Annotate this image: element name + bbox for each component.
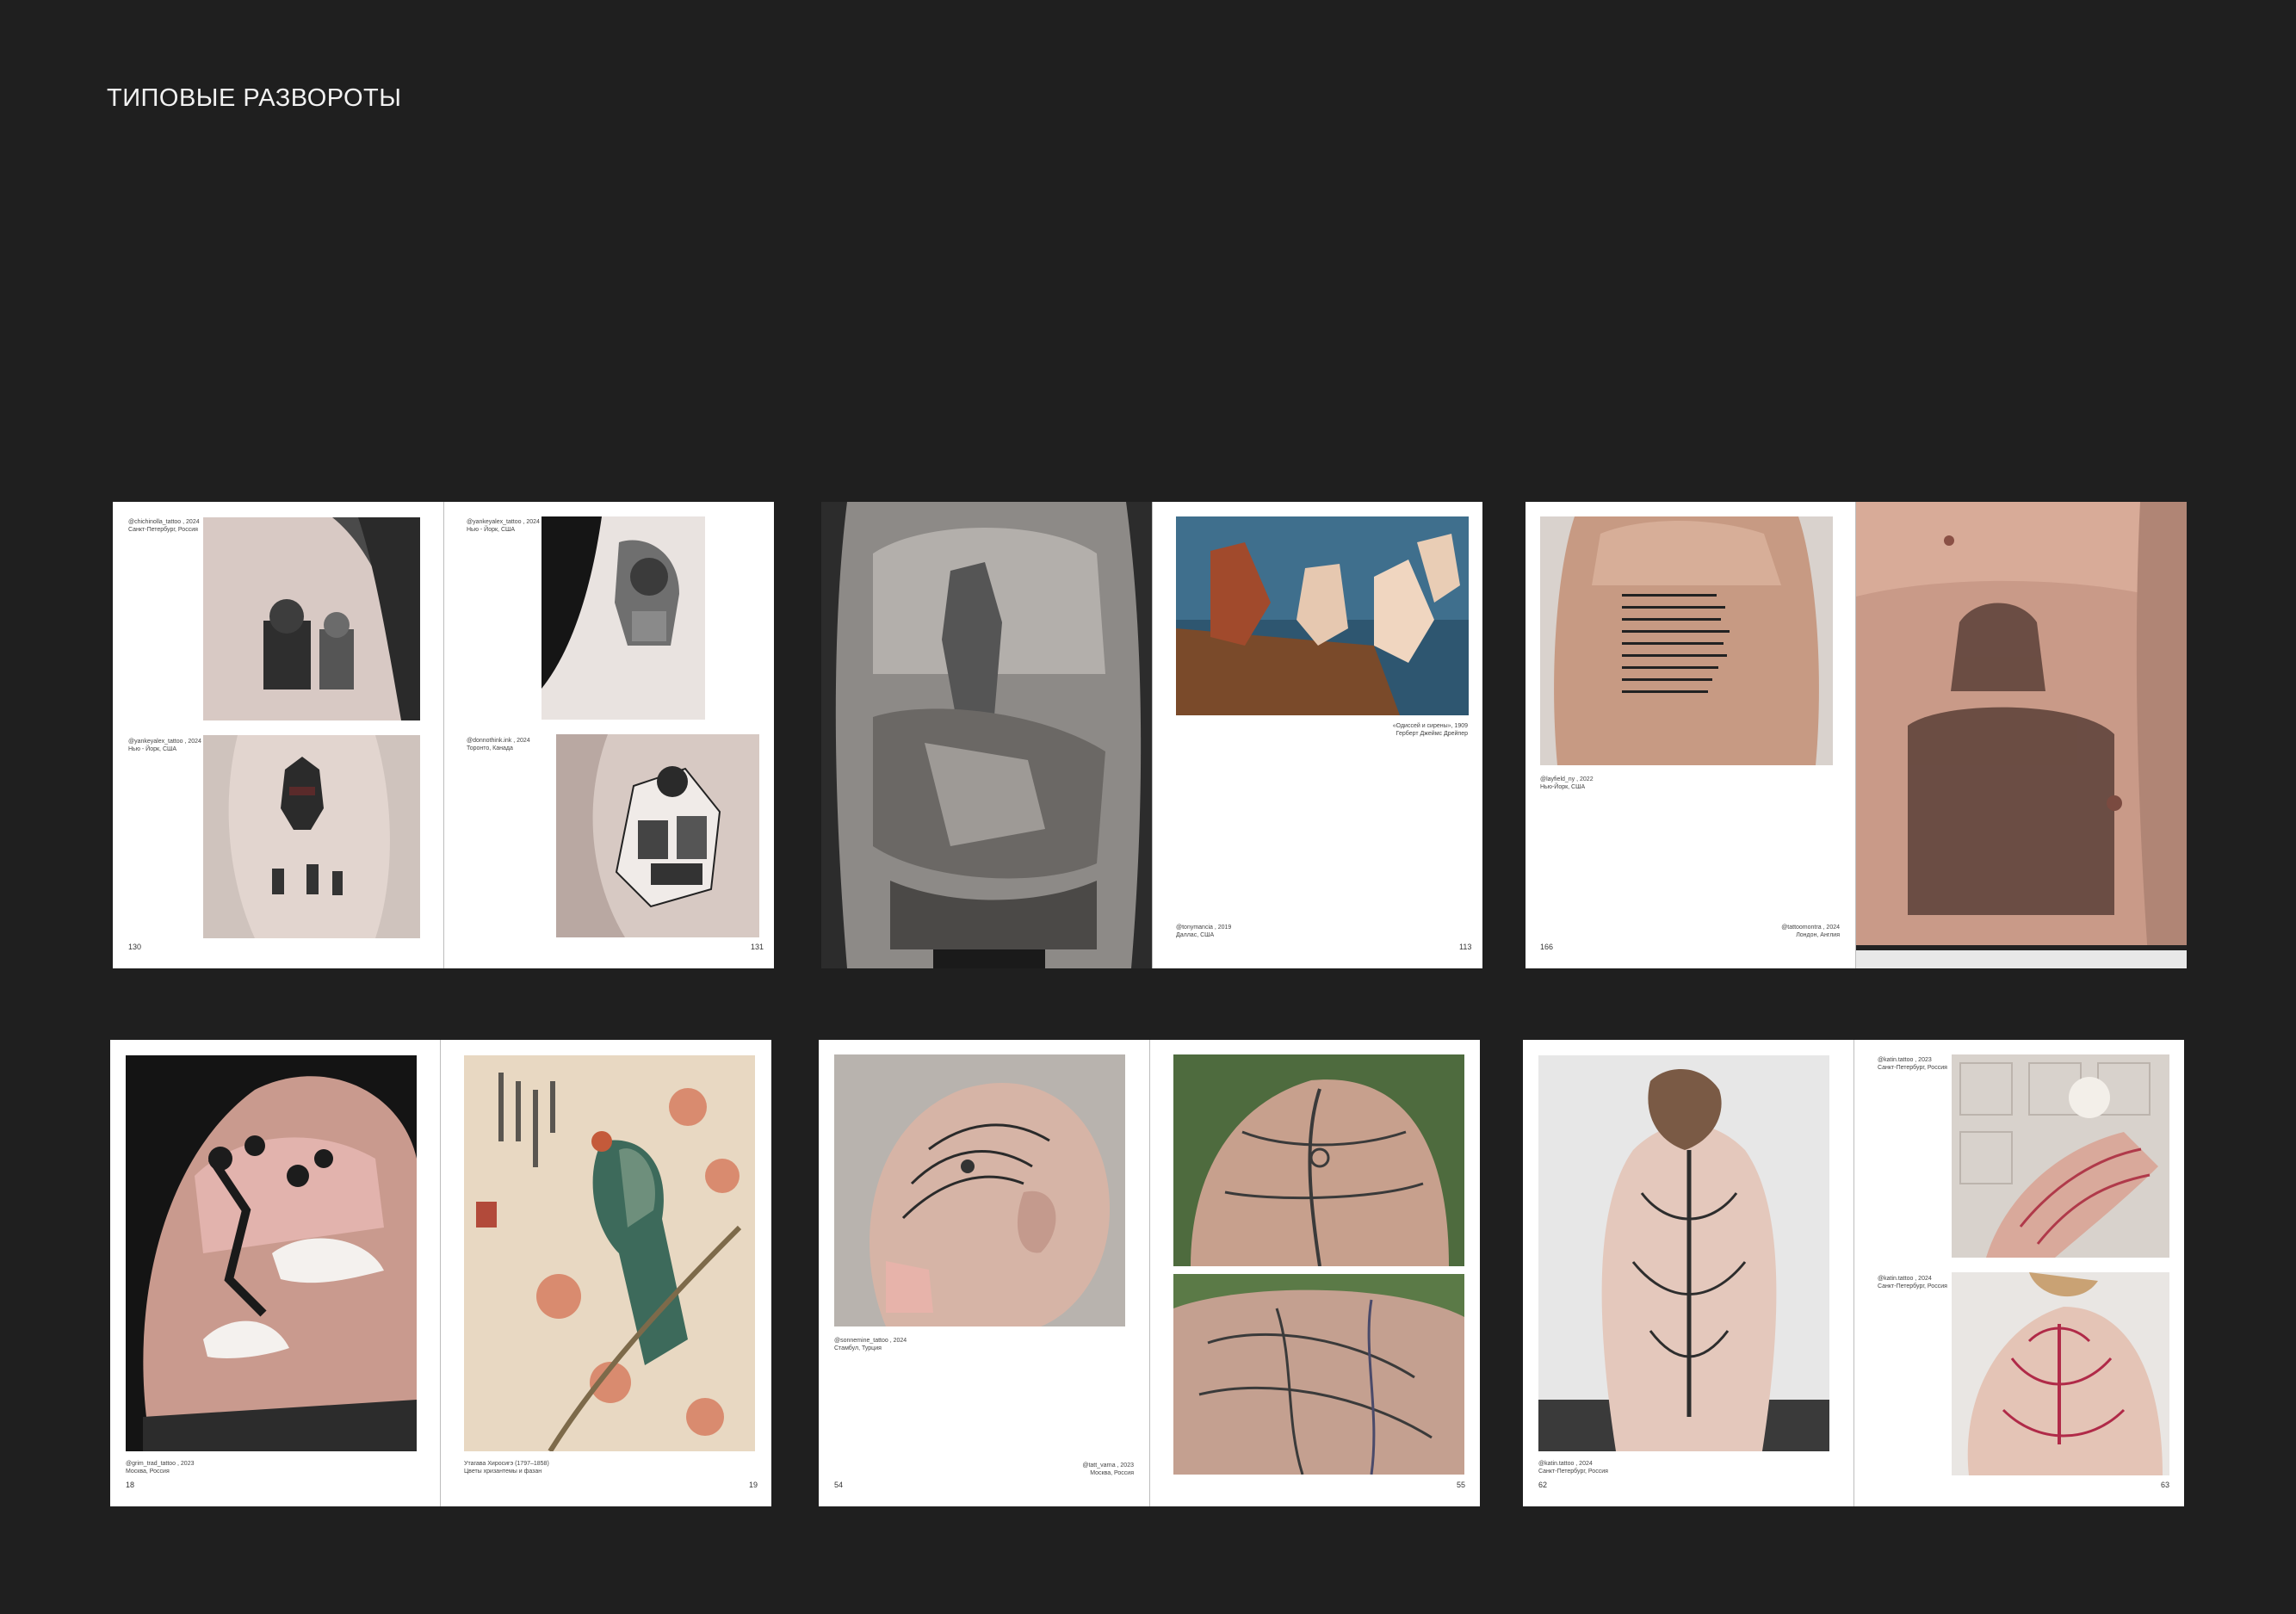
spread-54-55[interactable]: @sonnemine_tattoo , 2024 Стамбул, Турция … — [819, 1040, 1480, 1506]
photo-caption: @chichinolla_tattoo , 2024 Санкт-Петербур… — [128, 519, 200, 533]
spread-62-63[interactable]: @katin.tattoo , 2024 Санкт-Петербург, Рос… — [1523, 1040, 2184, 1506]
photo-caption: @katin.tattoo , 2023 Санкт-Петербург, Рос… — [1878, 1057, 1947, 1071]
photo-caption: @yankeyalex_tattoo , 2024 Нью - Йорк, США — [467, 519, 540, 533]
right-page: @yankeyalex_tattoo , 2024 Нью - Йорк, США… — [443, 502, 774, 968]
tattoo-photo — [1952, 1054, 2169, 1258]
tattoo-photo — [203, 517, 420, 720]
page-number: 130 — [128, 943, 142, 951]
tattoo-photo — [1173, 1274, 1464, 1475]
artwork-caption: «Одиссей и сирены», 1909 Герберт Джеймс Д… — [1392, 723, 1468, 737]
left-page: @layfield_ny , 2022 Нью-Йорк, США @tattoo… — [1526, 502, 1855, 968]
left-page: @sonnemine_tattoo , 2024 Стамбул, Турция … — [819, 1040, 1149, 1506]
photo-caption: @katin.tattoo , 2024 Санкт-Петербург, Рос… — [1878, 1276, 1947, 1289]
tattoo-photo — [126, 1055, 417, 1451]
page-title: ТИПОВЫЕ РАЗВОРОТЫ — [107, 84, 402, 112]
spread-18-19[interactable]: @grim_trad_tattoo , 2023 Москва, Россия 1… — [110, 1040, 771, 1506]
page-number: 166 — [1540, 943, 1554, 951]
tattoo-photo — [1173, 1054, 1464, 1266]
photo-caption: @tonymancia , 2019 Даллас, США — [1176, 924, 1232, 938]
tattoo-photo — [556, 734, 759, 937]
tattoo-photo — [203, 735, 420, 938]
tattoo-photo — [1540, 516, 1833, 765]
photo-caption: @tatt_varna , 2023 Москва, Россия — [1082, 1462, 1134, 1476]
photo-caption: @donnothink.ink , 2024 Торонто, Канада — [467, 738, 530, 751]
right-page: @katin.tattoo , 2023 Санкт-Петербург, Рос… — [1854, 1040, 2184, 1506]
right-page: 55 — [1149, 1040, 1480, 1506]
page-number: 54 — [834, 1481, 844, 1489]
tattoo-photo — [1856, 502, 2187, 968]
page-number: 18 — [126, 1481, 135, 1489]
left-page — [821, 502, 1152, 968]
spread-113[interactable]: «Одиссей и сирены», 1909 Герберт Джеймс Д… — [821, 502, 1482, 968]
tattoo-photo — [1952, 1272, 2169, 1475]
spread-166[interactable]: @layfield_ny , 2022 Нью-Йорк, США @tattoo… — [1526, 502, 2187, 968]
page-number: 55 — [1457, 1481, 1466, 1489]
left-page: @chichinolla_tattoo , 2024 Санкт-Петербур… — [113, 502, 443, 968]
artwork-photo — [464, 1055, 755, 1451]
tattoo-photo — [542, 516, 705, 720]
page-number: 63 — [2161, 1481, 2170, 1489]
photo-caption: @katin.tattoo , 2024 Санкт-Петербург, Рос… — [1538, 1461, 1608, 1475]
tattoo-photo — [821, 502, 1152, 968]
photo-caption: @layfield_ny , 2022 Нью-Йорк, США — [1540, 776, 1594, 790]
right-page: «Одиссей и сирены», 1909 Герберт Джеймс Д… — [1152, 502, 1482, 968]
left-page: @katin.tattoo , 2024 Санкт-Петербург, Рос… — [1523, 1040, 1854, 1506]
page-number: 62 — [1538, 1481, 1548, 1489]
photo-caption: @tattoomontra , 2024 Лондон, Англия — [1781, 924, 1840, 938]
artwork-photo — [1176, 516, 1469, 715]
right-page — [1855, 502, 2187, 968]
spread-130-131[interactable]: @chichinolla_tattoo , 2024 Санкт-Петербур… — [113, 502, 774, 968]
page-number: 113 — [1459, 943, 1472, 951]
photo-caption: @sonnemine_tattoo , 2024 Стамбул, Турция — [834, 1338, 907, 1351]
tattoo-photo — [834, 1054, 1125, 1326]
tattoo-photo — [1538, 1055, 1829, 1451]
artwork-caption: Утагава Хиросигэ (1797–1858) Цветы хризан… — [464, 1461, 549, 1475]
photo-caption: @grim_trad_tattoo , 2023 Москва, Россия — [126, 1461, 195, 1475]
page-number: 19 — [749, 1481, 758, 1489]
left-page: @grim_trad_tattoo , 2023 Москва, Россия 1… — [110, 1040, 440, 1506]
photo-caption: @yankeyalex_tattoo , 2024 Нью - Йорк, США — [128, 739, 201, 752]
page-number: 131 — [751, 943, 764, 951]
right-page: Утагава Хиросигэ (1797–1858) Цветы хризан… — [440, 1040, 771, 1506]
